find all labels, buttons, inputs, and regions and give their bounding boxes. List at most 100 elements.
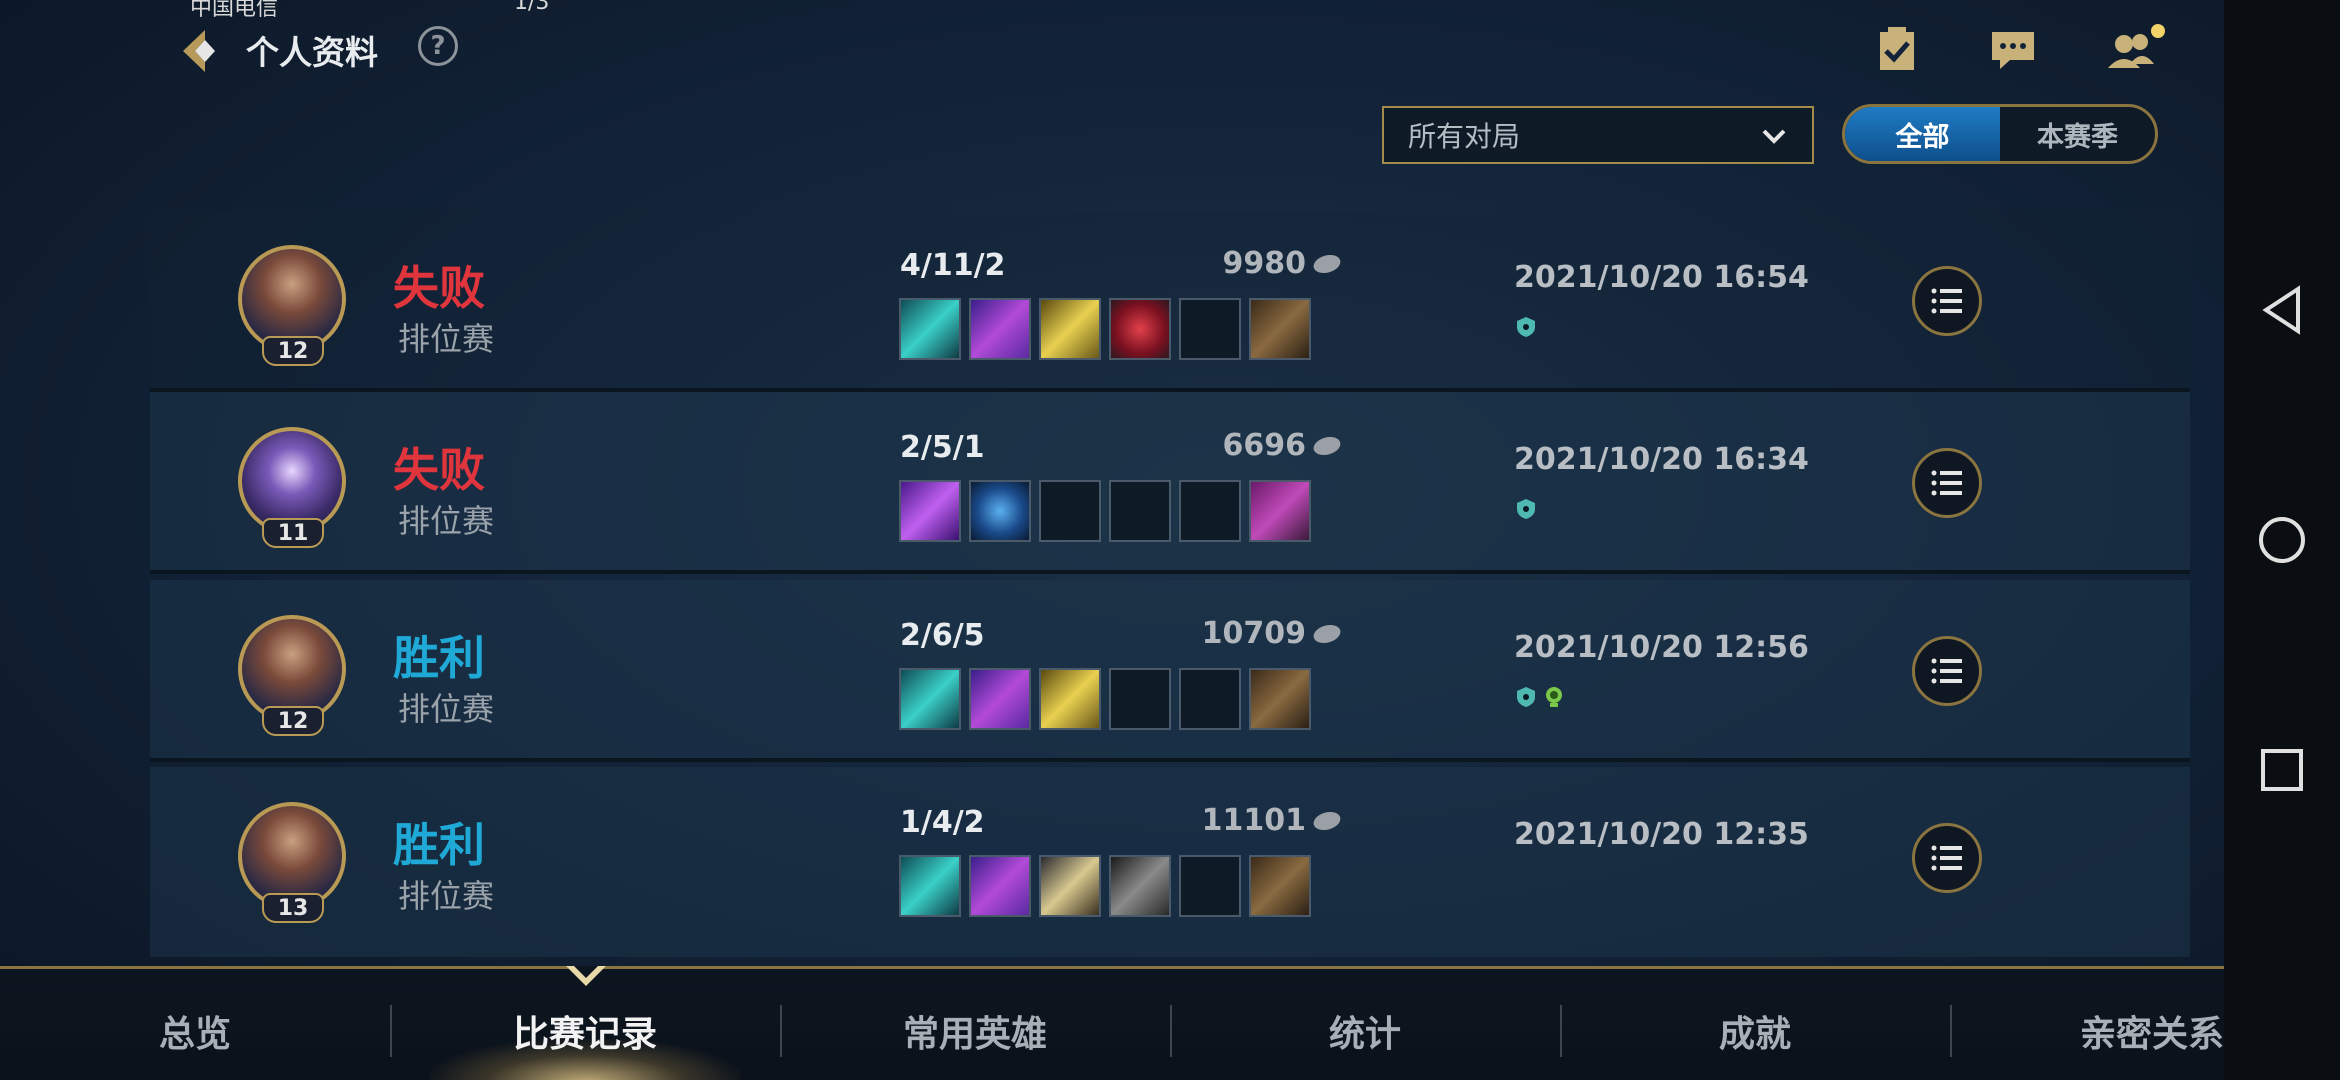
bottom-tab-bar: 总览 比赛记录 常用英雄 统计 成就 亲密关系 — [0, 966, 2224, 1080]
list-icon — [1931, 845, 1962, 871]
item-empty-slot — [1109, 480, 1171, 542]
match-time: 2021/10/20 12:56 — [1514, 630, 1809, 665]
friends-button[interactable] — [2102, 24, 2172, 74]
match-row[interactable]: 12 失败 排位赛 4/11/2 9980 2021/10/20 16:54 — [150, 210, 2190, 392]
match-gold: 11101 — [1150, 803, 1344, 838]
tab-relationships[interactable]: 亲密关系 — [1950, 1005, 2224, 1057]
hero-level: 13 — [262, 893, 324, 923]
tab-overview[interactable]: 总览 — [0, 1005, 390, 1057]
tab-stats[interactable]: 统计 — [1170, 1005, 1560, 1057]
task-clipboard-button[interactable] — [1872, 24, 1922, 74]
item-teal-blade-icon — [899, 298, 961, 360]
match-badges — [1516, 498, 1536, 520]
chat-bubble-icon — [1992, 32, 2034, 69]
item-empty-slot — [1179, 298, 1241, 360]
toggle-all[interactable]: 全部 — [1845, 107, 2000, 161]
match-gold: 9980 — [1150, 246, 1344, 281]
triangle-back-icon — [2262, 285, 2300, 335]
shield-badge-icon — [1517, 687, 1535, 707]
list-icon — [1931, 288, 1962, 314]
match-result: 胜利 — [393, 631, 485, 685]
item-golden-spear-icon — [1039, 855, 1101, 917]
system-home-button[interactable] — [2224, 500, 2340, 580]
item-gold-sword-icon — [1039, 668, 1101, 730]
item-teal-blade-icon — [899, 855, 961, 917]
match-detail-button[interactable] — [1912, 823, 1982, 893]
back-button[interactable] — [175, 24, 229, 78]
item-blue-orb-icon — [969, 480, 1031, 542]
match-mode: 排位赛 — [398, 877, 495, 915]
clipboard-check-icon — [1880, 27, 1914, 70]
match-kda: 2/6/5 — [900, 618, 985, 653]
match-kda: 1/4/2 — [900, 805, 985, 840]
item-purple-scythe-icon — [969, 298, 1031, 360]
match-kda: 2/5/1 — [900, 430, 985, 465]
item-slots — [899, 480, 1311, 542]
gold-coin-icon — [1310, 812, 1344, 830]
item-dark-gauntlet-icon — [1109, 855, 1171, 917]
tab-common-heroes[interactable]: 常用英雄 — [780, 1005, 1170, 1057]
status-misc: 1/3 — [514, 0, 550, 15]
item-purple-staff-icon — [899, 480, 961, 542]
match-result: 失败 — [393, 261, 485, 315]
match-time: 2021/10/20 16:34 — [1514, 442, 1809, 477]
mvp-badge-icon — [1546, 687, 1562, 707]
match-mode: 排位赛 — [398, 690, 495, 728]
match-time: 2021/10/20 16:54 — [1514, 260, 1809, 295]
item-slots — [899, 855, 1311, 917]
chat-button[interactable] — [1988, 24, 2038, 74]
square-recents-icon — [2261, 749, 2303, 791]
match-gold: 10709 — [1150, 616, 1344, 651]
match-detail-button[interactable] — [1912, 266, 1982, 336]
match-result: 失败 — [393, 443, 485, 497]
item-boots-icon — [1249, 298, 1311, 360]
gold-coin-icon — [1310, 255, 1344, 273]
toggle-this-season[interactable]: 本赛季 — [2000, 107, 2155, 161]
item-red-crystal-icon — [1109, 298, 1171, 360]
status-carrier: 中国电信 — [190, 0, 279, 21]
match-detail-button[interactable] — [1912, 448, 1982, 518]
tab-achievements[interactable]: 成就 — [1560, 1005, 1950, 1057]
item-boots-icon — [1249, 855, 1311, 917]
item-boots-purple-icon — [1249, 480, 1311, 542]
system-back-button[interactable] — [2224, 270, 2340, 350]
item-purple-scythe-icon — [969, 668, 1031, 730]
match-badges — [1516, 686, 1564, 708]
item-purple-scythe-icon — [969, 855, 1031, 917]
list-icon — [1931, 658, 1962, 684]
back-arrow-icon — [183, 30, 215, 72]
match-detail-button[interactable] — [1912, 636, 1982, 706]
item-empty-slot — [1179, 855, 1241, 917]
shield-badge-icon — [1517, 317, 1535, 337]
match-mode: 排位赛 — [398, 320, 495, 358]
match-row[interactable]: 13 胜利 排位赛 1/4/2 11101 2021/10/20 12:35 — [150, 767, 2190, 957]
circle-home-icon — [2259, 517, 2305, 563]
match-kda: 4/11/2 — [900, 248, 1006, 283]
match-result: 胜利 — [393, 818, 485, 872]
match-badges — [1516, 316, 1536, 338]
active-tab-pointer-icon — [566, 966, 606, 986]
item-empty-slot — [1179, 668, 1241, 730]
system-navigation-bar — [2224, 0, 2340, 1080]
match-row[interactable]: 11 失败 排位赛 2/5/1 6696 2021/10/20 16:34 — [150, 392, 2190, 574]
dropdown-value: 所有对局 — [1408, 120, 1521, 153]
match-row[interactable]: 12 胜利 排位赛 2/6/5 10709 2021/10/20 12:56 — [150, 580, 2190, 762]
tab-match-history[interactable]: 比赛记录 — [390, 1005, 780, 1057]
chevron-down-icon — [1762, 129, 1786, 144]
list-icon — [1931, 470, 1962, 496]
profile-screen: 中国电信 1/3 个人资料 ? 所有对局 全部 本赛季 12 失败 排位赛 4/… — [0, 0, 2224, 1080]
item-slots — [899, 668, 1311, 730]
item-gold-sword-icon — [1039, 298, 1101, 360]
item-empty-slot — [1039, 480, 1101, 542]
match-mode-dropdown[interactable]: 所有对局 — [1382, 106, 1814, 164]
item-teal-blade-icon — [899, 668, 961, 730]
system-recents-button[interactable] — [2224, 730, 2340, 810]
item-boots-icon — [1249, 668, 1311, 730]
shield-badge-icon — [1517, 499, 1535, 519]
season-scope-toggle: 全部 本赛季 — [1842, 104, 2158, 164]
item-slots — [899, 298, 1311, 360]
hero-level: 11 — [262, 518, 324, 548]
hero-level: 12 — [262, 336, 324, 366]
match-time: 2021/10/20 12:35 — [1514, 817, 1809, 852]
help-button[interactable]: ? — [418, 26, 458, 66]
